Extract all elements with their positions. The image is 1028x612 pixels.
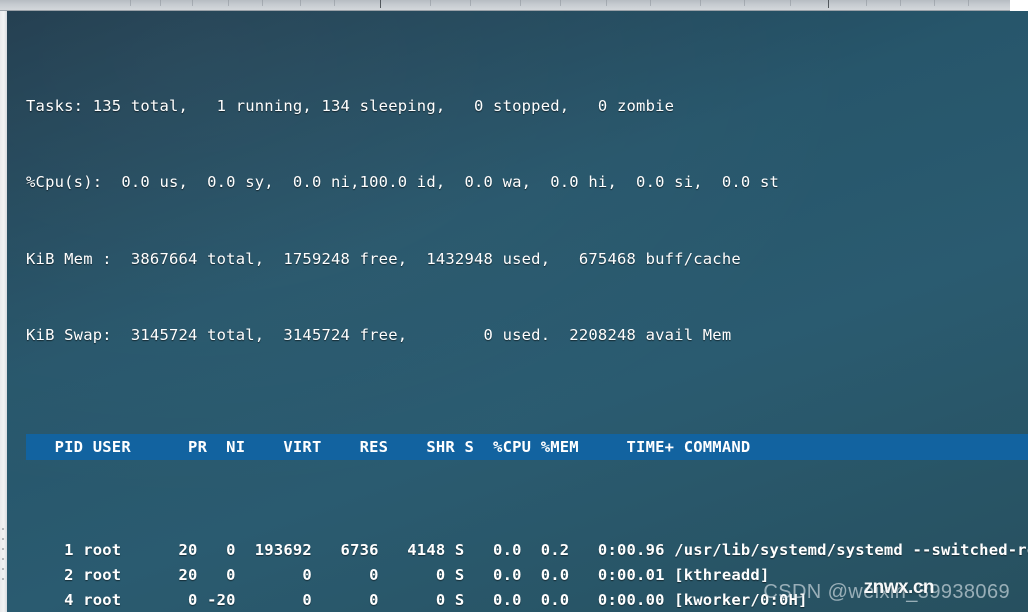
- summary-cpu-line: %Cpu(s): 0.0 us, 0.0 sy, 0.0 ni,100.0 id…: [26, 173, 780, 192]
- watermark-site: znwx.cn: [863, 577, 935, 598]
- summary-swap-line: KiB Swap: 3145724 total, 3145724 free, 0…: [26, 325, 732, 344]
- terminal-output[interactable]: Tasks: 135 total, 1 running, 134 sleepin…: [7, 11, 1028, 612]
- summary-mem-line: KiB Mem : 3867664 total, 1759248 free, 1…: [26, 249, 741, 268]
- summary-tasks-line: Tasks: 135 total, 1 running, 134 sleepin…: [26, 97, 675, 116]
- window-edge-dots: [1, 528, 6, 598]
- window-chrome-strip: [0, 0, 1010, 11]
- screen: Tasks: 135 total, 1 running, 134 sleepin…: [0, 0, 1028, 612]
- window-left-border: [0, 11, 7, 612]
- process-table-header: PID USER PR NI VIRT RES SHR S %CPU %MEM …: [26, 434, 1028, 461]
- table-row: 1 root 20 0 193692 6736 4148 S 0.0 0.2 0…: [26, 540, 1028, 559]
